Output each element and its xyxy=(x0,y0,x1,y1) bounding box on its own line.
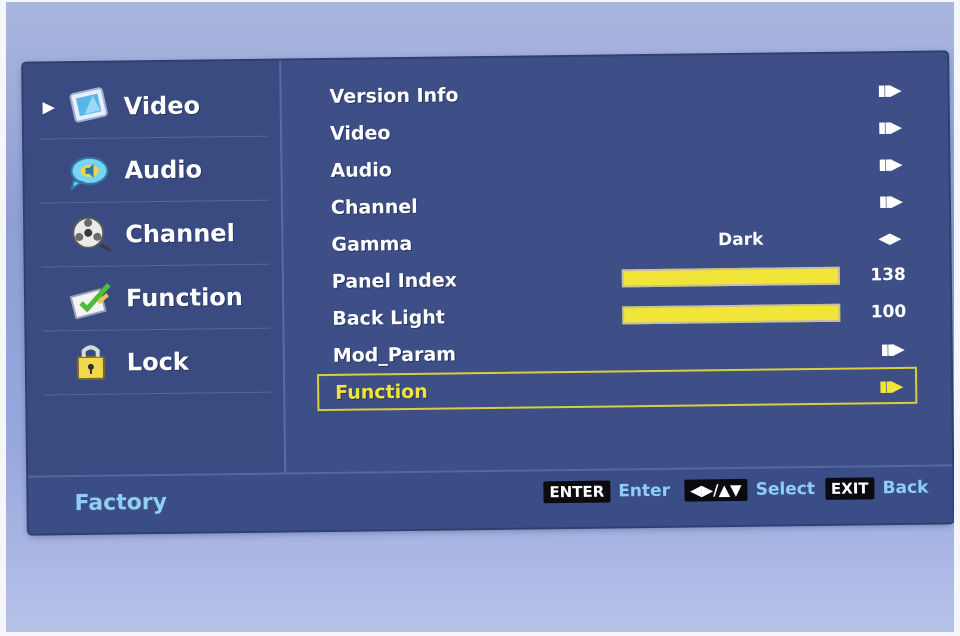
audio-icon xyxy=(64,148,115,193)
sidebar-item-channel[interactable]: Channel xyxy=(40,200,270,268)
submenu-arrow-icon: ▮▮▶ xyxy=(879,376,902,395)
settings-list: Version Info ▮▮▶ Video ▮▮▶ Audio ▮▮▶ Cha… xyxy=(313,71,937,412)
submenu-arrow-icon: ▮▮▶ xyxy=(877,117,901,136)
video-icon xyxy=(63,84,114,129)
sidebar-item-label: Video xyxy=(123,91,201,120)
channel-icon xyxy=(65,212,116,257)
sidebar-item-label: Lock xyxy=(126,347,189,376)
row-label: Function xyxy=(335,380,428,404)
row-label: Back Light xyxy=(332,306,446,330)
lock-icon xyxy=(67,340,118,385)
back-hint: Back xyxy=(882,477,929,499)
footer-title: Factory xyxy=(74,489,168,517)
gamma-value: Dark xyxy=(717,229,764,250)
back-light-value: 100 xyxy=(870,301,907,322)
row-label: Audio xyxy=(330,158,393,182)
menu-row-function[interactable]: Function ▮▮▶ xyxy=(316,366,918,412)
back-light-slider[interactable] xyxy=(622,303,841,324)
row-label: Video xyxy=(329,121,391,145)
slider-fill xyxy=(623,268,838,285)
selection-pointer-icon: ▶ xyxy=(42,97,55,117)
footer-bar: Factory ENTER Enter ◀▶/▲▼ Select EXIT Ba… xyxy=(28,464,953,534)
select-hint: Select xyxy=(755,479,816,500)
submenu-arrow-icon: ▮▮▶ xyxy=(880,339,903,358)
submenu-arrow-icon: ▮▮▶ xyxy=(878,191,902,210)
key-hints: ENTER Enter ◀▶/▲▼ Select EXIT Back xyxy=(533,477,929,504)
sidebar: ▶ Video Audio Channel Function Lock xyxy=(23,60,285,476)
sidebar-item-lock[interactable]: Lock xyxy=(42,328,272,396)
factory-menu-panel: ▶ Video Audio Channel Function Lock Vers… xyxy=(23,52,953,534)
sidebar-item-audio[interactable]: Audio xyxy=(40,136,269,204)
enter-hint: Enter xyxy=(618,480,671,502)
sidebar-item-function[interactable]: Function xyxy=(41,264,271,332)
left-right-arrow-icon[interactable]: ◀▶ xyxy=(878,228,901,246)
sidebar-item-label: Audio xyxy=(124,154,203,184)
submenu-arrow-icon: ▮▮▶ xyxy=(877,80,900,99)
sidebar-item-video[interactable]: ▶ Video xyxy=(39,72,269,140)
slider-fill xyxy=(624,305,839,322)
enter-key-badge: ENTER xyxy=(543,480,611,504)
submenu-arrow-icon: ▮▮▶ xyxy=(878,154,901,173)
navigation-arrows-icon: ◀▶/▲▼ xyxy=(683,478,748,502)
row-label: Panel Index xyxy=(331,268,458,293)
row-label: Version Info xyxy=(329,83,459,108)
row-label: Gamma xyxy=(331,232,413,256)
panel-index-value: 138 xyxy=(870,264,906,285)
panel-index-slider[interactable] xyxy=(621,266,840,287)
sidebar-item-label: Channel xyxy=(125,218,235,248)
function-icon xyxy=(66,276,117,321)
row-label: Mod_Param xyxy=(332,342,457,367)
row-label: Channel xyxy=(330,195,418,219)
exit-key-badge: EXIT xyxy=(824,477,875,500)
sidebar-item-label: Function xyxy=(125,282,244,312)
